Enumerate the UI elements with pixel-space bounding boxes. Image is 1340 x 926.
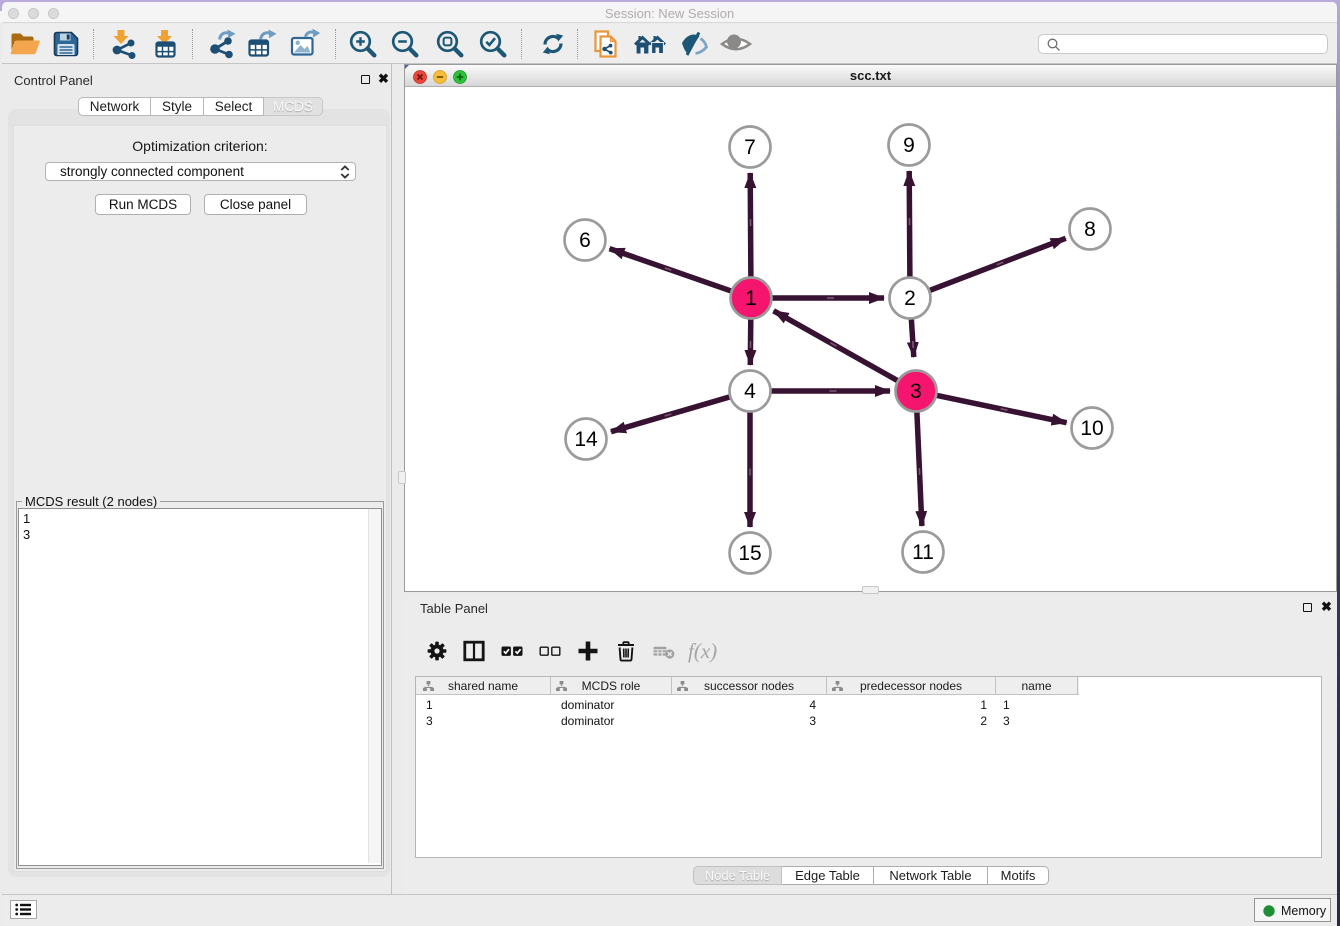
svg-text:7: 7 (744, 136, 756, 159)
svg-text:11: 11 (912, 541, 934, 564)
svg-text:15: 15 (738, 542, 761, 565)
svg-text:8: 8 (1084, 218, 1096, 241)
svg-text:9: 9 (903, 134, 915, 157)
svg-text:1: 1 (745, 287, 757, 310)
svg-text:4: 4 (744, 380, 756, 403)
svg-text:10: 10 (1080, 417, 1103, 440)
svg-text:6: 6 (579, 229, 591, 252)
svg-text:2: 2 (904, 287, 916, 310)
svg-text:f(x): f(x) (688, 639, 717, 663)
svg-text:14: 14 (574, 428, 598, 451)
svg-text:3: 3 (910, 380, 922, 403)
